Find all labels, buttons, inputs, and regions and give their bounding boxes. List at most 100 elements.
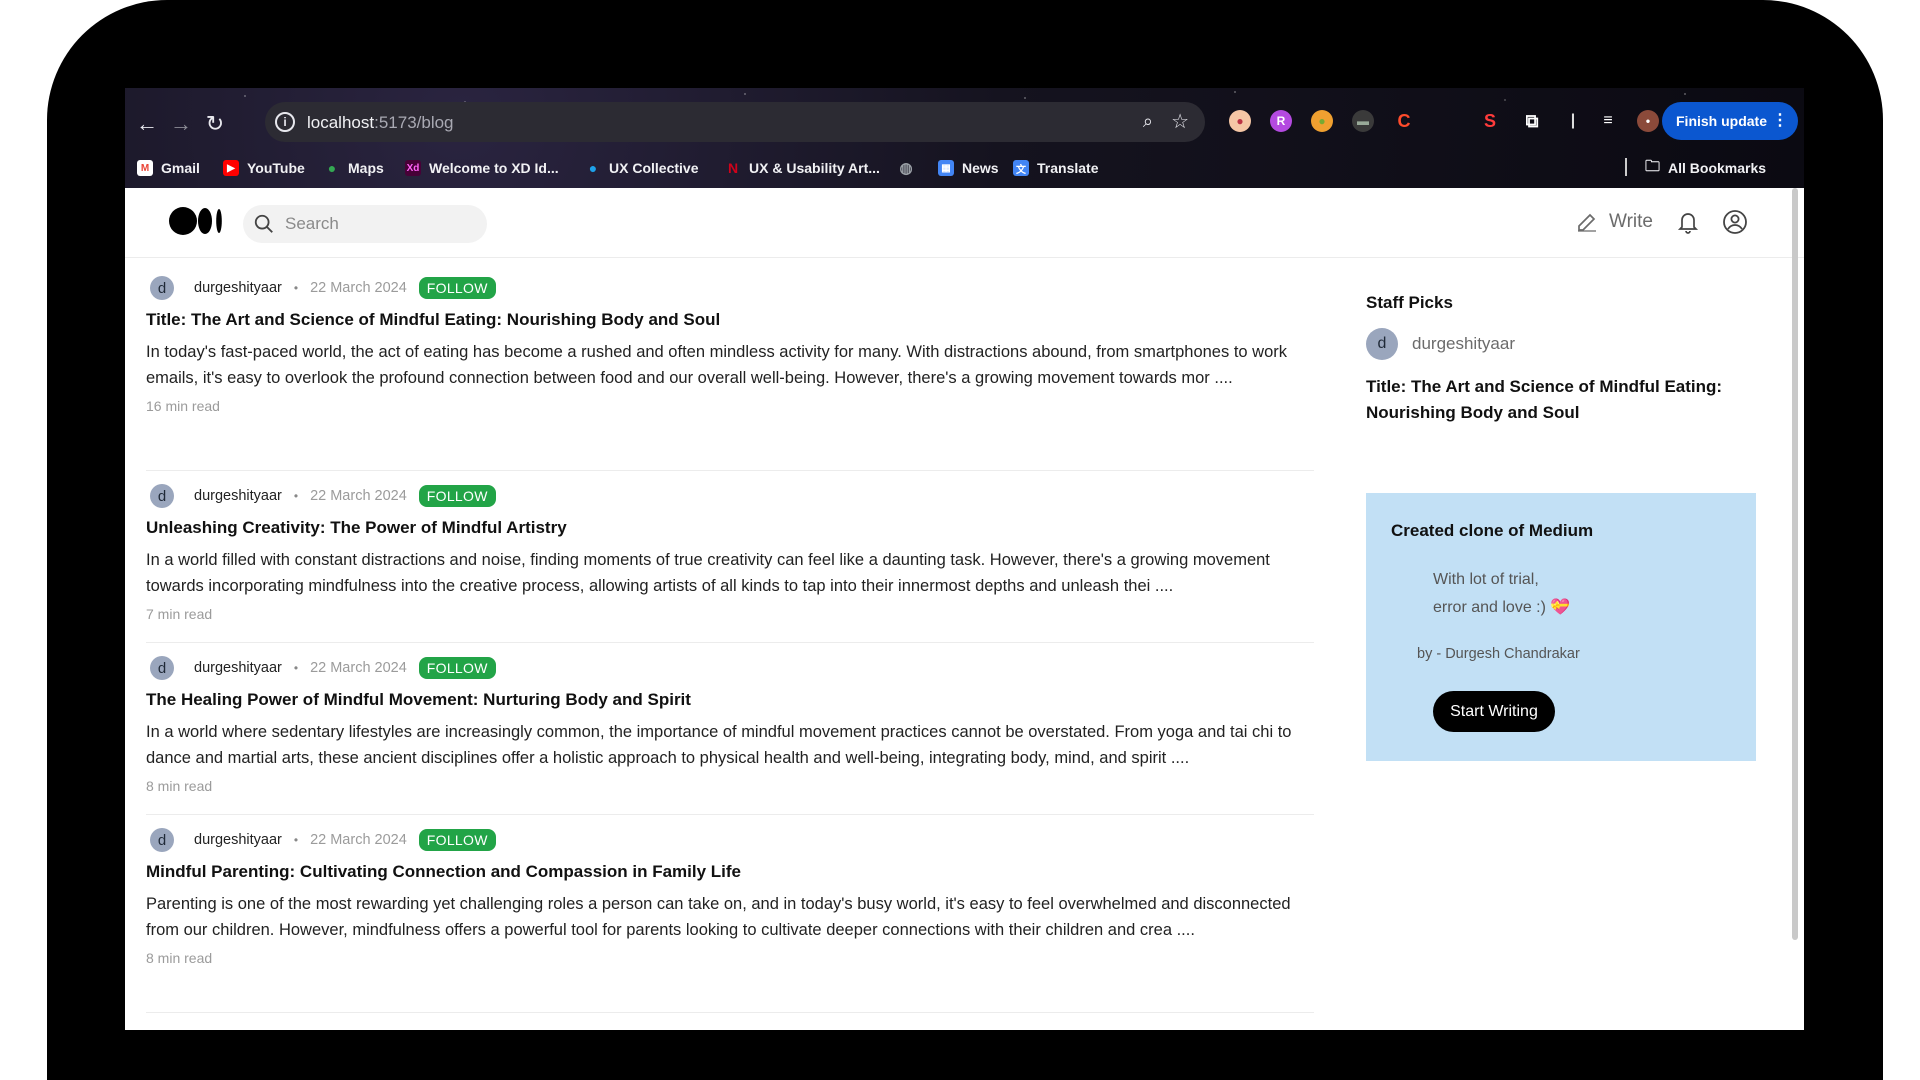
bookmark-nngroup[interactable]: N UX & Usability Art...: [725, 160, 880, 176]
search-input[interactable]: [285, 205, 475, 243]
promo-card-title: Created clone of Medium: [1391, 521, 1594, 540]
extension-icon[interactable]: ●: [1229, 110, 1251, 132]
bookmark-translate[interactable]: 文 Translate: [1013, 160, 1098, 176]
extensions-puzzle-icon[interactable]: ⧉: [1521, 110, 1543, 132]
browser-toolbar: ← → ↻ i localhost:5173/blog ⌕ ☆ ● R ● ▬ …: [125, 88, 1804, 188]
follow-button[interactable]: FOLLOW: [418, 277, 496, 299]
read-time: 16 min read: [146, 398, 220, 414]
profile-avatar-icon[interactable]: •: [1637, 110, 1659, 132]
write-button[interactable]: Write: [1575, 210, 1653, 234]
extension-icon[interactable]: R: [1270, 110, 1292, 132]
maps-icon: ●: [327, 160, 337, 176]
post-author[interactable]: durgeshityaar: [194, 832, 282, 848]
bookmark-gmail[interactable]: M Gmail: [137, 160, 200, 176]
youtube-icon: ▶: [223, 160, 239, 176]
avatar: d: [150, 484, 174, 508]
staff-picks-title: Staff Picks: [1366, 293, 1453, 312]
bookmark-xd[interactable]: Xd Welcome to XD Id...: [405, 160, 559, 176]
address-bar[interactable]: i localhost:5173/blog ⌕ ☆: [265, 102, 1205, 142]
page-scrollbar[interactable]: [1792, 188, 1798, 940]
post-excerpt: In a world filled with constant distract…: [146, 551, 1270, 595]
search-icon: [254, 214, 273, 233]
post-title[interactable]: Title: The Art and Science of Mindful Ea…: [146, 310, 1314, 330]
site-info-icon[interactable]: i: [275, 112, 295, 132]
post-date: 22 March 2024: [310, 832, 407, 848]
blog-feed: d durgeshityaar • 22 March 2024 FOLLOW T…: [146, 274, 1314, 1013]
news-icon: ▦: [938, 160, 954, 176]
read-time: 8 min read: [146, 950, 213, 966]
promo-card-credit: by - Durgesh Chandrakar: [1417, 646, 1580, 662]
avatar: d: [150, 828, 174, 852]
post-title[interactable]: The Healing Power of Mindful Movement: N…: [146, 690, 1314, 710]
app-header: Write: [125, 188, 1804, 258]
bookmarks-bar: M Gmail ▶ YouTube ● Maps Xd Welcome to X…: [125, 150, 1804, 186]
promo-card-line: With lot of trial,: [1433, 571, 1539, 588]
blog-card[interactable]: d durgeshityaar • 22 March 2024 FOLLOW M…: [146, 815, 1314, 1013]
blog-card[interactable]: d durgeshityaar • 22 March 2024 FOLLOW T…: [146, 643, 1314, 815]
promo-card: Created clone of Medium With lot of tria…: [1366, 493, 1756, 761]
extension-icon[interactable]: S: [1479, 110, 1501, 132]
blog-page: Write d durgeshityaar • 22 March 2024: [125, 188, 1804, 1030]
zoom-icon[interactable]: ⌕: [1143, 111, 1153, 132]
post-author[interactable]: durgeshityaar: [194, 488, 282, 504]
meta-separator: •: [293, 281, 299, 295]
all-bookmarks-button[interactable]: 🗀 All Bookmarks: [1645, 156, 1766, 181]
extension-icon[interactable]: C: [1393, 110, 1415, 132]
bookmark-news[interactable]: ▦ News: [938, 160, 999, 176]
staff-author-name: durgeshityaar: [1412, 334, 1516, 353]
url-text[interactable]: localhost:5173/blog: [307, 113, 454, 133]
search-box[interactable]: [243, 205, 487, 243]
bookmark-star-icon[interactable]: ☆: [1171, 109, 1189, 134]
bookmark-maps[interactable]: ● Maps: [324, 160, 384, 176]
bookmark-ux-collective[interactable]: ● UX Collective: [585, 160, 699, 176]
meta-separator: •: [293, 489, 299, 503]
cookie-icon[interactable]: ●: [1311, 110, 1333, 132]
blog-card[interactable]: d durgeshityaar • 22 March 2024 FOLLOW U…: [146, 471, 1314, 643]
back-icon[interactable]: ←: [133, 110, 161, 138]
separator-icon: |: [1570, 112, 1576, 129]
extension-icon[interactable]: ▬: [1352, 110, 1374, 132]
bookmark-globe[interactable]: ◍: [898, 160, 914, 177]
uxcollective-icon: ●: [588, 160, 598, 176]
read-time: 8 min read: [146, 778, 213, 794]
post-title[interactable]: Mindful Parenting: Cultivating Connectio…: [146, 862, 1314, 882]
heart-icon: 💝: [1550, 599, 1571, 616]
folder-icon: 🗀: [1645, 157, 1661, 175]
finish-update-button[interactable]: Finish update ⋮: [1662, 102, 1798, 140]
staff-pick-post-title[interactable]: Title: The Art and Science of Mindful Ea…: [1366, 374, 1736, 426]
globe-icon: ◍: [899, 160, 913, 177]
translate-icon: 文: [1013, 160, 1029, 176]
bookmarks-divider: [1625, 158, 1627, 176]
staff-pick-author[interactable]: d durgeshityaar: [1366, 328, 1515, 360]
avatar: d: [1366, 328, 1398, 360]
post-excerpt: Parenting is one of the most rewarding y…: [146, 895, 1291, 939]
avatar: d: [150, 276, 174, 300]
write-pencil-icon: [1578, 213, 1596, 232]
post-author[interactable]: durgeshityaar: [194, 280, 282, 296]
follow-button[interactable]: FOLLOW: [418, 485, 496, 507]
meta-separator: •: [293, 833, 299, 847]
post-date: 22 March 2024: [310, 660, 407, 676]
user-profile-icon[interactable]: [1722, 209, 1748, 235]
medium-logo-icon[interactable]: [169, 206, 225, 236]
post-meta: d durgeshityaar • 22 March 2024 FOLLOW: [146, 274, 1314, 302]
post-title[interactable]: Unleashing Creativity: The Power of Mind…: [146, 518, 1314, 538]
notifications-bell-icon[interactable]: [1676, 209, 1700, 235]
promo-card-line: error and love :) 💝: [1433, 599, 1571, 616]
more-vert-icon[interactable]: ⋮: [1772, 110, 1788, 130]
reload-icon[interactable]: ↻: [201, 110, 229, 138]
post-excerpt: In a world where sedentary lifestyles ar…: [146, 723, 1292, 767]
bookmark-youtube[interactable]: ▶ YouTube: [223, 160, 305, 176]
forward-icon[interactable]: →: [167, 110, 195, 138]
start-writing-button[interactable]: Start Writing: [1433, 691, 1555, 732]
reading-list-icon[interactable]: ≡: [1597, 110, 1619, 132]
blog-card[interactable]: d durgeshityaar • 22 March 2024 FOLLOW T…: [146, 274, 1314, 471]
post-date: 22 March 2024: [310, 488, 407, 504]
xd-icon: Xd: [405, 160, 421, 176]
post-meta: d durgeshityaar • 22 March 2024 FOLLOW: [146, 826, 1314, 854]
read-time: 7 min read: [146, 606, 213, 622]
follow-button[interactable]: FOLLOW: [418, 829, 496, 851]
follow-button[interactable]: FOLLOW: [418, 657, 496, 679]
post-author[interactable]: durgeshityaar: [194, 660, 282, 676]
nngroup-icon: N: [727, 160, 739, 176]
